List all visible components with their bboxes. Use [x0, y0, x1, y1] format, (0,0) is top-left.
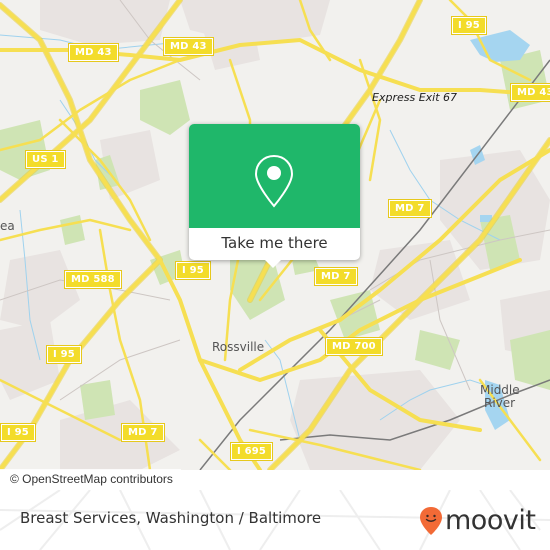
- road-shield: MD 43: [68, 43, 119, 62]
- footer-bar: Breast Services, Washington / Baltimore …: [0, 490, 550, 550]
- take-me-there-button[interactable]: Take me there: [189, 228, 360, 260]
- map-attribution[interactable]: © OpenStreetMap contributors: [0, 469, 181, 489]
- location-title: Breast Services, Washington / Baltimore: [20, 509, 322, 527]
- popup-pointer: [264, 259, 282, 268]
- road-shield: MD 700: [325, 337, 383, 356]
- road-shield: I 95: [46, 345, 82, 364]
- road-shield: MD 43: [510, 83, 550, 102]
- road-shield: US 1: [25, 150, 66, 169]
- location-pin-icon: [254, 154, 294, 208]
- destination-popup: Take me there: [189, 124, 360, 260]
- moovit-smile-pin-icon: [420, 507, 442, 535]
- moovit-logo[interactable]: moovit: [419, 504, 536, 538]
- place-label: Rossville: [212, 340, 265, 354]
- road-shield: MD 7: [314, 267, 358, 286]
- place-label: ea: [0, 219, 15, 233]
- popup-header: [189, 124, 360, 228]
- place-label: Express Exit 67: [372, 91, 458, 104]
- road-shield: I 695: [229, 442, 274, 461]
- moovit-wordmark: moovit: [445, 505, 536, 536]
- road-shield: MD 588: [64, 270, 122, 289]
- road-shield: I 95: [451, 16, 487, 35]
- road-shield: MD 7: [388, 199, 432, 218]
- road-shield: I 95: [0, 423, 36, 442]
- road-shield: MD 7: [121, 423, 165, 442]
- road-shield: MD 43: [163, 37, 214, 56]
- place-label: River: [484, 396, 516, 410]
- road-shield: I 95: [175, 261, 211, 280]
- map-view[interactable]: MD 43 MD 43 I 95 MD 43 US 1 MD 588 I 95 …: [0, 0, 550, 470]
